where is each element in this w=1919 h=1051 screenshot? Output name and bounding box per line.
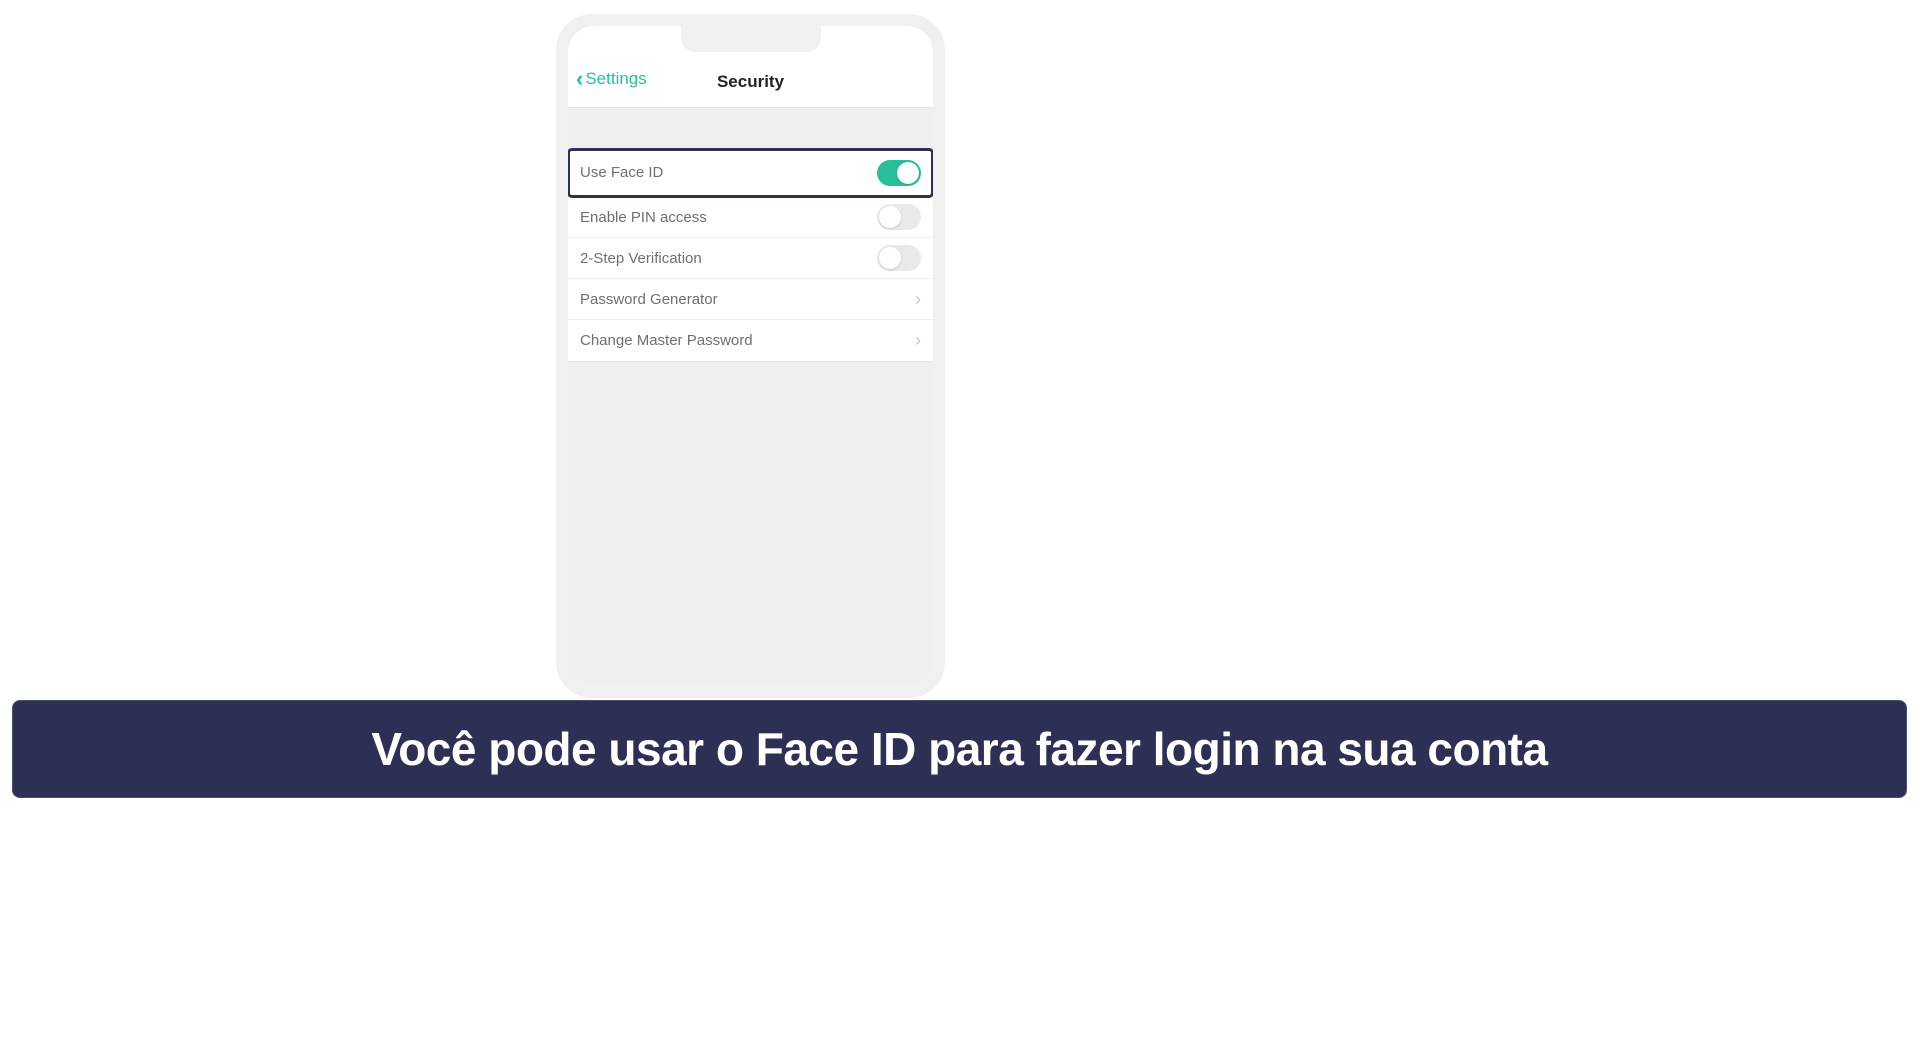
phone-notch [681,26,821,52]
settings-list: Use Face ID Enable PIN access 2-Step Verif… [568,148,933,362]
back-label: Settings [585,69,646,89]
settings-row[interactable]: Password Generator› [568,279,933,320]
caption-text: Você pode usar o Face ID para fazer logi… [371,724,1547,775]
toggle-switch[interactable] [877,204,921,230]
row-label: Change Master Password [580,332,915,349]
back-button[interactable]: ‹ Settings [576,68,647,90]
toggle-knob [879,247,901,269]
toggle-switch[interactable] [877,160,921,186]
phone-screen: ‹ Settings Security Use Face ID Enable PI… [568,26,933,686]
settings-row[interactable]: Change Master Password› [568,320,933,361]
caption-bar: Você pode usar o Face ID para fazer logi… [12,700,1907,798]
chevron-right-icon: › [915,330,921,351]
toggle-knob [897,162,919,184]
toggle-knob [879,206,901,228]
chevron-left-icon: ‹ [576,68,583,90]
content-gap [568,108,933,148]
page-title: Security [717,72,784,92]
settings-row: Enable PIN access [568,197,933,238]
settings-row: Use Face ID [568,149,933,197]
chevron-right-icon: › [915,289,921,310]
row-label: 2-Step Verification [580,250,877,267]
settings-row: 2-Step Verification [568,238,933,279]
row-label: Password Generator [580,291,915,308]
phone-frame: ‹ Settings Security Use Face ID Enable PI… [556,14,945,698]
row-label: Use Face ID [580,164,877,181]
toggle-switch[interactable] [877,245,921,271]
row-label: Enable PIN access [580,209,877,226]
